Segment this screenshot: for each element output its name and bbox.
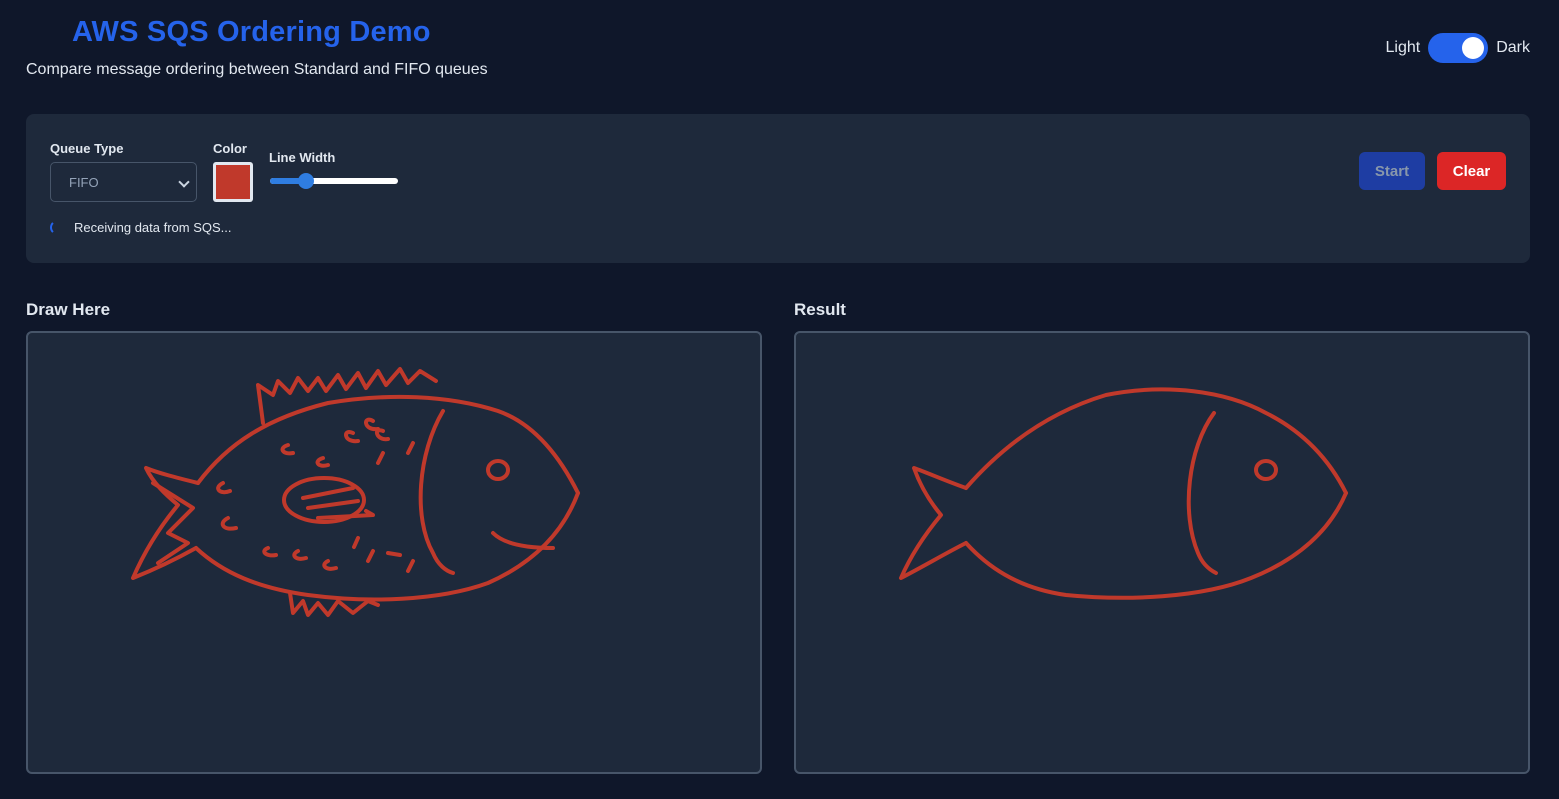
color-picker[interactable] — [213, 162, 253, 202]
theme-switch-knob — [1462, 37, 1485, 59]
page-title: AWS SQS Ordering Demo — [72, 16, 431, 48]
queue-type-label: Queue Type — [50, 141, 124, 156]
chevron-down-icon — [178, 176, 190, 188]
status-indicator: Receiving data from SQS... — [50, 220, 232, 235]
start-button[interactable]: Start — [1359, 152, 1425, 190]
fish-eye — [486, 459, 510, 481]
result-canvas — [794, 331, 1530, 774]
loading-spinner-icon — [50, 220, 65, 235]
fish-body-top — [196, 394, 580, 495]
fish-gill — [418, 409, 455, 575]
line-width-slider[interactable] — [270, 172, 398, 190]
result-panel-label: Result — [794, 300, 846, 319]
clear-button[interactable]: Clear — [1437, 152, 1506, 190]
theme-switch[interactable] — [1428, 33, 1489, 63]
draw-panel-label: Draw Here — [26, 300, 111, 319]
page-subtitle: Compare message ordering between Standar… — [26, 61, 488, 78]
result-canvas-drawing — [899, 387, 1348, 600]
queue-type-select[interactable]: FIFO — [50, 162, 197, 202]
result-fish-eye — [1254, 459, 1278, 481]
result-fish-body-top — [964, 387, 1348, 495]
result-fish-gill — [1186, 411, 1218, 575]
color-label: Color — [213, 141, 247, 156]
result-fish-body-bottom — [964, 491, 1348, 600]
draw-canvas-drawing — [131, 367, 580, 617]
theme-dark-label: Dark — [1496, 39, 1530, 56]
slider-thumb[interactable] — [298, 173, 314, 189]
theme-light-label: Light — [1385, 39, 1421, 56]
result-fish-tail — [899, 466, 968, 580]
theme-toggle: Light Dark — [1386, 33, 1530, 63]
status-text: Receiving data from SQS... — [74, 220, 232, 235]
color-swatch-fill — [216, 165, 250, 199]
draw-canvas[interactable] — [26, 331, 762, 774]
queue-type-value: FIFO — [69, 174, 99, 190]
line-width-label: Line Width — [269, 150, 336, 165]
controls-panel: Queue Type FIFO Color Line Width Receivi… — [26, 114, 1530, 263]
fish-tail — [131, 466, 200, 580]
app-root: AWS SQS Ordering Demo Compare message or… — [0, 0, 1559, 799]
